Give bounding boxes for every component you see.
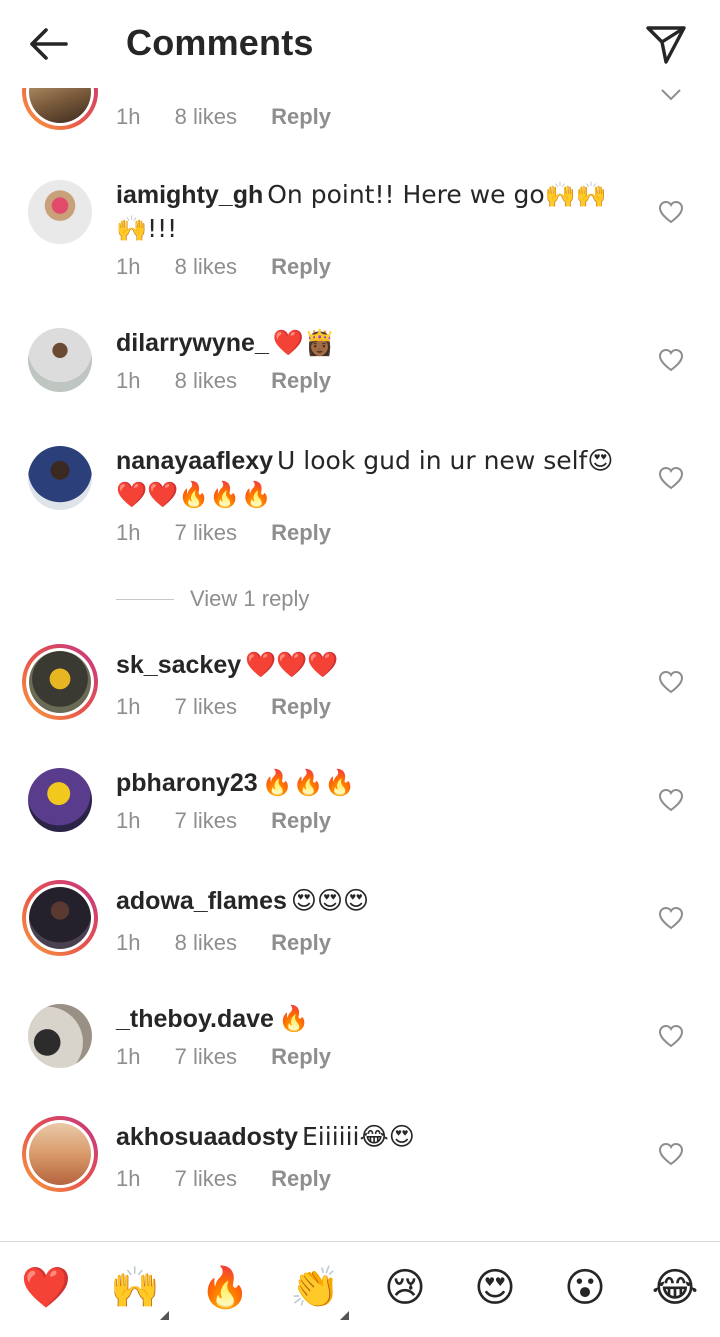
- like-heart-icon[interactable]: [658, 1024, 684, 1048]
- surprised-emoji-button[interactable]: 😮: [559, 1262, 611, 1314]
- reply-button[interactable]: Reply: [271, 368, 331, 393]
- like-heart-icon[interactable]: [658, 788, 684, 812]
- comment-username[interactable]: akhosuaadosty: [116, 1123, 298, 1151]
- raised-hands-emoji-button[interactable]: 🙌: [109, 1262, 169, 1320]
- comment-likes[interactable]: 8 likes: [175, 368, 237, 393]
- comment-body: Eiiiiii😂😍: [302, 1122, 415, 1151]
- avatar[interactable]: [22, 644, 98, 720]
- comment-likes[interactable]: 7 likes: [175, 694, 237, 719]
- comment-body: 🔥🔥🔥: [261, 768, 356, 797]
- crying-emoji-button[interactable]: 😢: [379, 1262, 431, 1314]
- reply-button[interactable]: Reply: [271, 930, 331, 955]
- heart-emoji-button[interactable]: ❤️: [20, 1262, 72, 1314]
- comment-meta: 1h 8 likes Reply: [116, 254, 359, 280]
- comment-text: sk_sackey ❤️❤️❤️: [116, 648, 616, 682]
- comment-meta: 1h 7 likes Reply: [116, 1166, 359, 1192]
- comment-likes[interactable]: 8 likes: [175, 930, 237, 955]
- comment-body: 🔥: [277, 1004, 310, 1033]
- reply-button[interactable]: Reply: [271, 1044, 331, 1069]
- clapping-emoji-button[interactable]: 👏: [289, 1262, 349, 1320]
- avatar[interactable]: [28, 768, 92, 832]
- comment-text: adowa_flames 😍😍😍: [116, 884, 616, 918]
- comment-likes[interactable]: 7 likes: [175, 1166, 237, 1191]
- laughing-emoji-button[interactable]: 😂: [649, 1262, 701, 1314]
- comment-meta: 1h 8 likes Reply: [116, 930, 359, 956]
- avatar[interactable]: [22, 1116, 98, 1192]
- comment-text: _theboy.dave 🔥: [116, 1002, 616, 1036]
- comment-time: 1h: [116, 694, 141, 719]
- reply-button[interactable]: Reply: [271, 808, 331, 833]
- comment-text: dilarrywyne_ ❤️👸🏾: [116, 326, 616, 360]
- like-heart-icon[interactable]: [658, 670, 684, 694]
- comment-body: ❤️👸🏾: [272, 328, 336, 357]
- comment-body: ❤️❤️❤️: [245, 650, 339, 679]
- comment-likes[interactable]: 8 likes: [175, 254, 237, 279]
- emoji-quick-bar: ❤️ 🙌 🔥 👏 😢 😍 😮 😂: [0, 1241, 720, 1337]
- view-replies-button[interactable]: View 1 reply: [116, 586, 309, 612]
- comment-username[interactable]: dilarrywyne_: [116, 329, 269, 357]
- comment-text: nanayaaflexy U look gud in ur new self😍❤️…: [116, 444, 616, 512]
- like-heart-icon[interactable]: [658, 466, 684, 490]
- comment-meta: 1h 7 likes Reply: [116, 520, 359, 546]
- comment-time: 1h: [116, 520, 141, 545]
- comment-username[interactable]: _theboy.dave: [116, 1005, 274, 1033]
- back-button[interactable]: [26, 24, 70, 64]
- paper-plane-icon: [646, 26, 686, 64]
- comment-time: 1h: [116, 368, 141, 393]
- raised-hands-emoji: 🙌: [110, 1265, 160, 1311]
- comment-text: iamighty_gh On point!! Here we go🙌🙌🙌!!!: [116, 178, 616, 246]
- avatar[interactable]: [28, 180, 92, 244]
- arrow-left-icon: [30, 28, 68, 60]
- fire-emoji-button[interactable]: 🔥: [199, 1262, 251, 1314]
- comment-text: pbharony23 🔥🔥🔥: [116, 766, 616, 800]
- like-heart-icon[interactable]: [658, 906, 684, 930]
- avatar[interactable]: [28, 328, 92, 392]
- skin-tone-indicator: [160, 1311, 169, 1320]
- reply-button[interactable]: Reply: [271, 520, 331, 545]
- comment-username[interactable]: nanayaaflexy: [116, 447, 273, 475]
- comment-meta: 1h 8 likes Reply: [116, 368, 359, 394]
- reply-button[interactable]: Reply: [271, 104, 331, 129]
- reply-button[interactable]: Reply: [271, 1166, 331, 1191]
- comment-username[interactable]: adowa_flames: [116, 887, 287, 915]
- comment-time: 1h: [116, 1166, 141, 1191]
- comment-time: 1h: [116, 104, 141, 129]
- top-bar: Comments: [0, 0, 720, 88]
- like-heart-icon[interactable]: [658, 348, 684, 372]
- share-button[interactable]: [644, 22, 688, 66]
- comment-likes[interactable]: 7 likes: [175, 808, 237, 833]
- avatar[interactable]: [22, 88, 98, 130]
- comment-likes[interactable]: 8 likes: [175, 104, 237, 129]
- avatar[interactable]: [28, 1004, 92, 1068]
- reply-button[interactable]: Reply: [271, 694, 331, 719]
- comment-time: 1h: [116, 1044, 141, 1069]
- view-replies-label: View 1 reply: [190, 586, 310, 611]
- comment-username[interactable]: sk_sackey: [116, 651, 241, 679]
- skin-tone-indicator: [340, 1311, 349, 1320]
- like-heart-icon[interactable]: [658, 200, 684, 224]
- like-heart-icon[interactable]: [658, 1142, 684, 1166]
- chevron-down-icon[interactable]: [660, 88, 682, 102]
- comments-list[interactable]: 1h 8 likes Reply iamighty_gh On point!! H…: [0, 88, 720, 1240]
- comment-time: 1h: [116, 808, 141, 833]
- heart-eyes-emoji-button[interactable]: 😍: [469, 1262, 521, 1314]
- comment-meta: 1h 7 likes Reply: [116, 694, 359, 720]
- comment-username[interactable]: iamighty_gh: [116, 181, 263, 209]
- comment-meta: 1h 8 likes Reply: [116, 104, 359, 130]
- comment-username[interactable]: pbharony23: [116, 769, 258, 797]
- comment-time: 1h: [116, 254, 141, 279]
- comment-likes[interactable]: 7 likes: [175, 520, 237, 545]
- avatar[interactable]: [28, 446, 92, 510]
- comment-time: 1h: [116, 930, 141, 955]
- avatar[interactable]: [22, 880, 98, 956]
- thread-line: [116, 598, 174, 600]
- comment-meta: 1h 7 likes Reply: [116, 1044, 359, 1070]
- reply-button[interactable]: Reply: [271, 254, 331, 279]
- comment-meta: 1h 7 likes Reply: [116, 808, 359, 834]
- comment-likes[interactable]: 7 likes: [175, 1044, 237, 1069]
- page-title: Comments: [126, 22, 314, 63]
- comment-text: akhosuaadosty Eiiiiii😂😍: [116, 1120, 616, 1154]
- comment-body: 😍😍😍: [290, 886, 370, 915]
- clapping-emoji: 👏: [290, 1265, 340, 1311]
